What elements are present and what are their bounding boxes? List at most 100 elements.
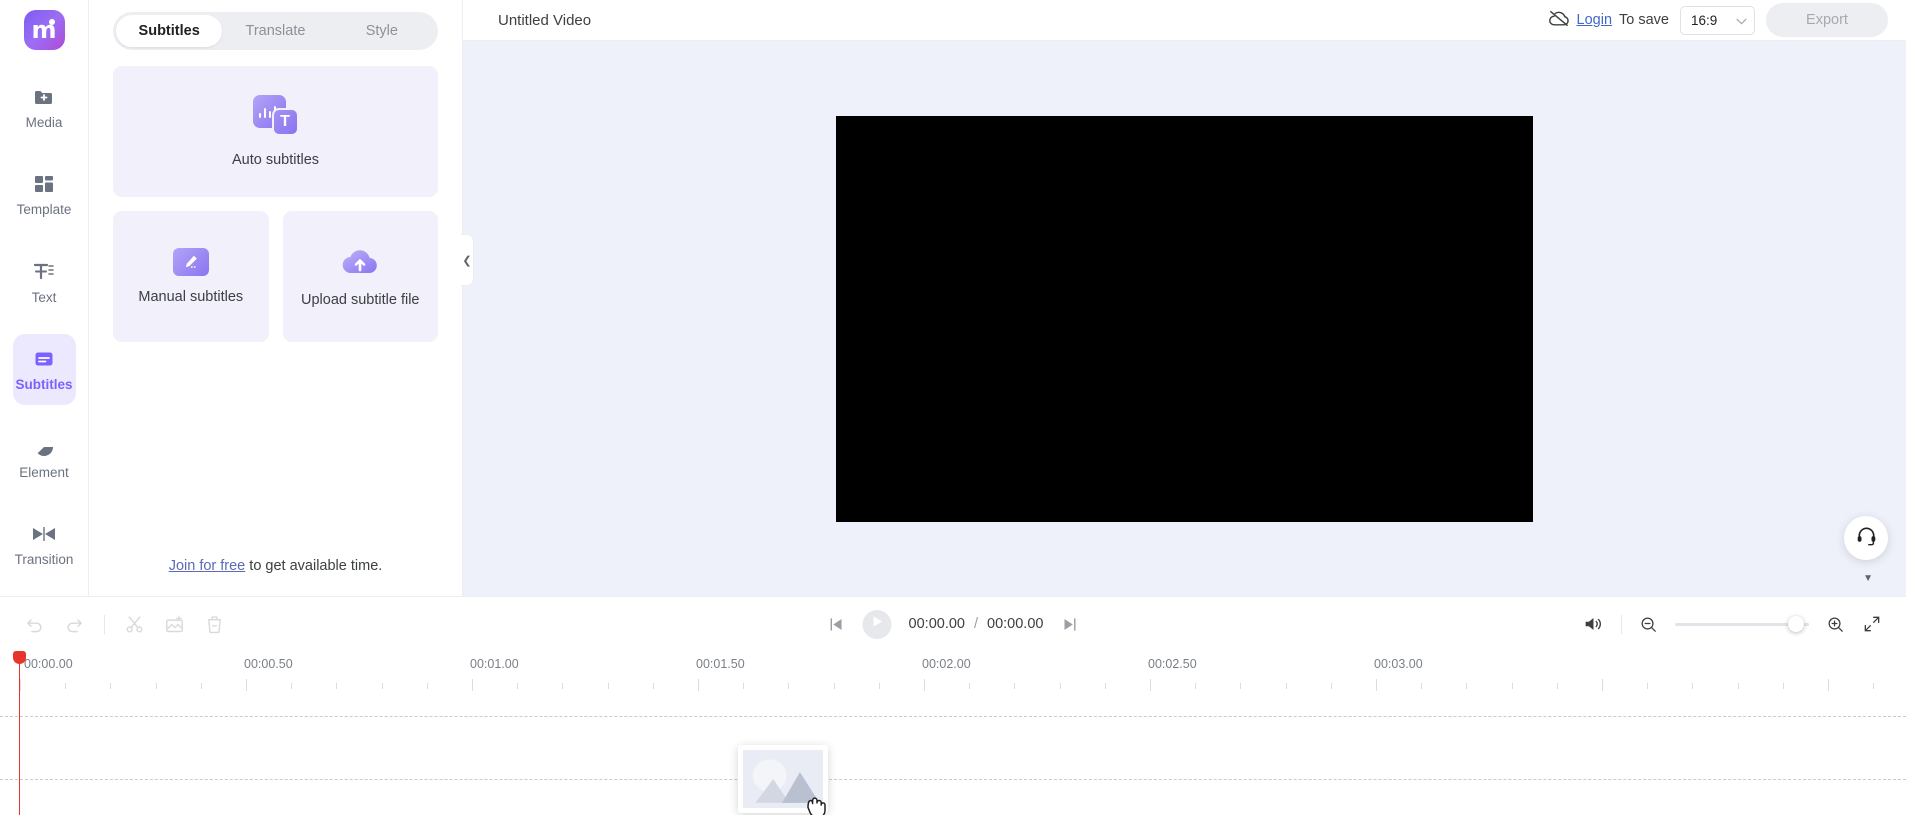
playback-controls: 00:00.00 / 00:00.00 — [827, 609, 1080, 639]
sidebar-item-template[interactable]: Template — [13, 159, 76, 230]
pencil-edit-icon — [172, 248, 209, 276]
sidebar-item-label: Template — [16, 202, 72, 218]
ruler-tick-minor — [517, 683, 518, 689]
app-logo-dot — [48, 19, 55, 25]
ruler-tick-minor — [201, 683, 202, 689]
timeline-toolbar: 00:00.00 / 00:00.00 — [0, 596, 1906, 651]
tab-subtitles[interactable]: Subtitles — [116, 15, 223, 47]
export-button[interactable]: Export — [1766, 3, 1888, 37]
ruler-tick-minor — [1466, 683, 1467, 689]
auto-subtitles-icon: T — [252, 95, 299, 139]
save-status: Login To save — [1548, 8, 1669, 32]
ruler-label: 00:01.50 — [696, 657, 745, 671]
sidebar-item-text[interactable]: Text — [13, 246, 76, 317]
delete-icon[interactable] — [204, 614, 225, 635]
toolbar-divider — [104, 614, 105, 634]
ruler-tick-minor — [788, 683, 789, 689]
ruler-tick-minor — [1692, 683, 1693, 689]
ruler-tick-minor — [1557, 683, 1558, 689]
subtitle-option-row: Manual subtitles Upload subtitle file — [113, 211, 438, 342]
undo-icon[interactable] — [24, 614, 45, 635]
ruler-tick-minor — [608, 683, 609, 689]
sidebar-item-element[interactable]: Element — [13, 421, 76, 492]
time-readout: 00:00.00 / 00:00.00 — [909, 616, 1044, 632]
transition-icon — [31, 522, 57, 546]
ruler-tick-minor — [1512, 683, 1513, 689]
dragged-media-clip[interactable] — [738, 745, 828, 813]
ruler-tick-minor — [336, 683, 337, 689]
ruler-label: 00:01.00 — [470, 657, 519, 671]
cloud-upload-icon — [339, 245, 381, 279]
app-logo[interactable]: m — [23, 10, 65, 50]
sidebar-item-subtitles[interactable]: Subtitles — [12, 333, 76, 406]
card-label: Manual subtitles — [138, 289, 244, 305]
skip-to-end-icon[interactable] — [1060, 615, 1079, 634]
auto-subtitles-card[interactable]: T Auto subtitles — [113, 66, 438, 197]
sidebar-item-media[interactable]: Media — [13, 72, 76, 143]
zoom-slider-thumb[interactable] — [1788, 616, 1804, 632]
total-time: 00:00.00 — [987, 616, 1044, 632]
zoom-slider[interactable] — [1675, 616, 1809, 632]
support-button[interactable] — [1844, 516, 1888, 560]
view-controls — [1582, 613, 1882, 635]
edit-actions — [24, 614, 225, 635]
join-for-free-link[interactable]: Join for free — [169, 558, 246, 574]
play-button[interactable] — [862, 609, 892, 639]
editor-upper-region: m Media Template Text Subtitles Element … — [0, 0, 1906, 596]
playhead[interactable] — [13, 651, 26, 815]
ruler-tick-minor — [969, 683, 970, 689]
volume-icon[interactable] — [1582, 613, 1604, 635]
redo-icon[interactable] — [64, 614, 85, 635]
ruler-tick-minor — [743, 683, 744, 689]
ruler-tick-minor — [1286, 683, 1287, 689]
subtitle-options: T Auto subtitles Manual subtitles Upload… — [89, 50, 462, 342]
manual-subtitles-card[interactable]: Manual subtitles — [113, 211, 269, 342]
drop-indicator-top — [0, 716, 1906, 717]
ruler-tick-minor — [1783, 683, 1784, 689]
zoom-in-icon[interactable] — [1826, 615, 1845, 634]
ruler-tick-major — [698, 679, 699, 691]
upload-subtitle-card[interactable]: Upload subtitle file — [282, 211, 438, 342]
editor-main-region: Untitled Video Login To save 16:9 Export… — [463, 0, 1906, 596]
ruler-tick-minor — [1014, 683, 1015, 689]
ruler-label: 00:02.00 — [922, 657, 971, 671]
skip-to-start-icon[interactable] — [827, 615, 846, 634]
screenshot-icon[interactable] — [164, 614, 185, 635]
sidebar-item-transition[interactable]: Transition — [13, 509, 76, 580]
project-title[interactable]: Untitled Video — [498, 12, 591, 29]
playhead-knob[interactable] — [13, 651, 26, 664]
image-placeholder-icon — [743, 750, 823, 808]
tab-label: Translate — [245, 23, 306, 39]
ruler-label: 00:02.50 — [1148, 657, 1197, 671]
timeline[interactable]: 00:00.00 00:00.50 00:01.00 00:01.50 00:02.00… — [0, 651, 1906, 815]
ruler-tick-minor — [382, 683, 383, 689]
current-time: 00:00.00 — [908, 616, 965, 632]
collapse-fit-icon[interactable] — [1862, 614, 1882, 634]
login-link[interactable]: Login — [1577, 12, 1612, 28]
video-editor-app: m Media Template Text Subtitles Element … — [0, 0, 1906, 815]
time-separator: / — [973, 616, 979, 632]
tab-style[interactable]: Style — [329, 15, 435, 47]
card-label: Auto subtitles — [231, 152, 320, 168]
video-canvas[interactable] — [836, 115, 1533, 522]
aspect-ratio-select[interactable]: 16:9 — [1680, 5, 1755, 35]
top-bar-actions: Login To save 16:9 Export — [1548, 3, 1888, 37]
ruler-tick-minor — [156, 683, 157, 689]
ruler-tick-minor — [1331, 683, 1332, 689]
ruler-tick-minor — [110, 683, 111, 689]
ruler-tick-major — [1376, 679, 1377, 691]
ruler-tick-minor — [1105, 683, 1106, 689]
chevron-left-icon: ❮ — [462, 254, 472, 267]
element-sticker-icon — [32, 435, 56, 459]
tab-translate[interactable]: Translate — [222, 15, 328, 47]
subtitles-icon — [32, 347, 56, 371]
timeline-tracks[interactable] — [0, 697, 1906, 815]
zoom-out-icon[interactable] — [1639, 615, 1658, 634]
video-preview-area: ▼ — [463, 41, 1906, 596]
ruler-label: 00:03.00 — [1374, 657, 1423, 671]
timeline-ruler[interactable]: 00:00.00 00:00.50 00:01.00 00:01.50 00:02.00… — [0, 651, 1906, 697]
split-icon[interactable] — [124, 614, 145, 635]
support-collapse-caret[interactable]: ▼ — [1863, 573, 1873, 584]
panel-collapse-button[interactable]: ❮ — [461, 234, 474, 286]
ruler-tick-minor — [879, 683, 880, 689]
